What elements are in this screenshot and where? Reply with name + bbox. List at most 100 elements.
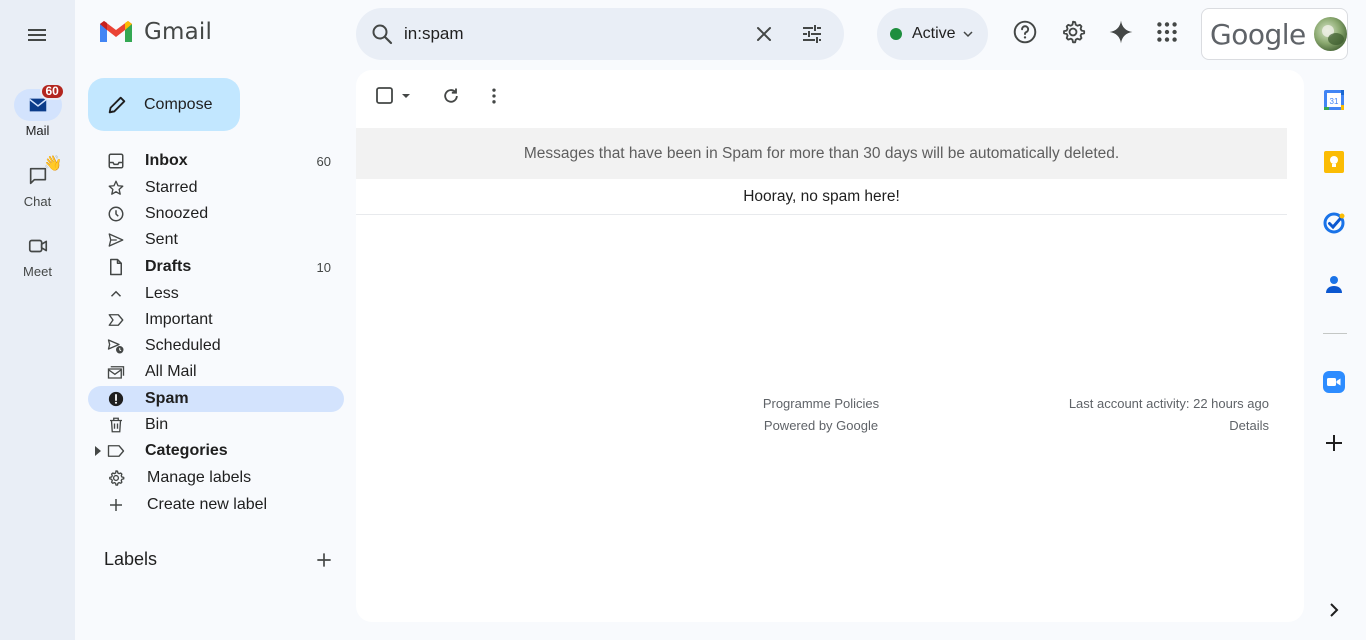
main-menu-button[interactable]: [17, 15, 57, 55]
nav-label: Less: [145, 285, 179, 302]
google-wordmark: Google: [1210, 17, 1306, 51]
help-icon: [1013, 20, 1037, 44]
google-apps-button[interactable]: [1154, 19, 1180, 45]
details-link[interactable]: Details: [1069, 415, 1269, 437]
zoom-app-button[interactable]: [1322, 370, 1348, 396]
tune-icon: [803, 25, 821, 43]
calendar-app-button[interactable]: 31: [1322, 88, 1348, 114]
rail-mail-label: Mail: [25, 123, 50, 138]
nav-item-snoozed[interactable]: Snoozed: [88, 201, 344, 227]
calendar-icon: 31: [1324, 90, 1344, 110]
nav-count: 10: [316, 259, 331, 275]
rail-chat[interactable]: 👋 Chat: [0, 155, 75, 209]
nav-label: Snoozed: [145, 205, 209, 222]
clock-icon: [108, 206, 124, 222]
select-all-checkbox[interactable]: [374, 86, 414, 106]
nav-item-create-label[interactable]: Create new label: [88, 492, 344, 518]
keep-app-button[interactable]: [1322, 150, 1348, 176]
apps-grid-icon: [1157, 22, 1177, 42]
important-icon: [108, 314, 124, 326]
tasks-icon: [1323, 212, 1345, 234]
close-icon: [757, 27, 771, 41]
add-label-button[interactable]: [314, 550, 334, 570]
refresh-button[interactable]: [441, 86, 461, 106]
label-icon: [107, 445, 125, 457]
support-button[interactable]: [1012, 19, 1038, 45]
nav-item-scheduled[interactable]: Scheduled: [88, 333, 344, 359]
settings-button[interactable]: [1060, 19, 1086, 45]
keep-icon: [1324, 151, 1344, 173]
nav-item-important[interactable]: Important: [88, 307, 344, 333]
chevron-up-icon: [110, 290, 122, 297]
nav-label: All Mail: [145, 363, 197, 380]
gmail-logo[interactable]: Gmail: [98, 18, 212, 46]
nav-label: Categories: [145, 442, 228, 459]
rail-meet[interactable]: Meet: [0, 230, 75, 279]
nav-item-spam[interactable]: Spam: [88, 386, 344, 412]
side-panel-divider: [1323, 333, 1347, 334]
search-options-button[interactable]: [800, 22, 824, 46]
nav-item-bin[interactable]: Bin: [88, 412, 344, 438]
rail-mail[interactable]: 60 Mail: [0, 83, 75, 138]
calendar-day: 31: [1330, 97, 1339, 106]
labels-heading: Labels: [104, 549, 158, 569]
nav-item-categories[interactable]: Categories: [88, 438, 344, 464]
nav-label: Create new label: [147, 496, 268, 513]
nav-item-inbox[interactable]: Inbox 60: [88, 148, 344, 174]
gmail-m-icon: [100, 21, 132, 42]
google-account-button[interactable]: Google: [1201, 8, 1348, 60]
status-label: Active: [912, 25, 956, 42]
nav-item-all-mail[interactable]: All Mail: [88, 359, 344, 385]
footer-links: Programme Policies Powered by Google: [746, 393, 896, 437]
video-icon: [28, 239, 47, 253]
compose-button[interactable]: Compose: [88, 78, 240, 131]
gmail-wordmark: Gmail: [144, 19, 213, 45]
contacts-app-button[interactable]: [1322, 272, 1348, 298]
account-activity: Last account activity: 22 hours ago Deta…: [1069, 393, 1269, 437]
nav-item-sent[interactable]: Sent: [88, 227, 344, 253]
tasks-app-button[interactable]: [1322, 211, 1348, 237]
nav-label: Spam: [145, 390, 189, 407]
caret-right-icon[interactable]: [95, 446, 101, 456]
status-selector[interactable]: Active: [877, 8, 988, 60]
inbox-icon: [108, 153, 124, 169]
powered-by-text: Powered by Google: [763, 418, 879, 433]
search-bar[interactable]: [356, 8, 844, 60]
nav-item-manage-labels[interactable]: Manage labels: [88, 465, 344, 491]
more-options-button[interactable]: [484, 86, 504, 106]
draft-icon: [110, 258, 122, 276]
nav-label: Bin: [145, 416, 169, 433]
search-button[interactable]: [370, 22, 394, 46]
refresh-icon: [444, 88, 458, 103]
contacts-icon: [1326, 276, 1342, 293]
gear-icon: [1063, 20, 1086, 44]
hamburger-icon: [28, 29, 46, 41]
chevron-right-icon: [1330, 603, 1339, 617]
nav-label: Scheduled: [145, 337, 221, 354]
nav-label: Manage labels: [147, 469, 252, 486]
trash-icon: [110, 417, 122, 433]
app-rail: 60 Mail 👋 Chat Meet: [0, 0, 75, 640]
gear-icon: [109, 470, 125, 486]
get-addons-button[interactable]: [1322, 431, 1348, 457]
spam-icon: [108, 391, 124, 407]
side-panel-expand-button[interactable]: [1322, 598, 1348, 624]
plus-icon: [110, 499, 122, 511]
zoom-icon: [1323, 371, 1345, 393]
empty-spam-message: Hooray, no spam here!: [356, 179, 1287, 215]
nav-label: Drafts: [145, 258, 192, 275]
search-input[interactable]: [404, 20, 744, 48]
pencil-icon: [108, 96, 126, 113]
spam-notice: Messages that have been in Spam for more…: [356, 128, 1287, 179]
nav-item-drafts[interactable]: Drafts 10: [88, 254, 344, 280]
mail-unread-badge: 60: [39, 83, 65, 100]
nav-item-starred[interactable]: Starred: [88, 175, 344, 201]
clear-search-button[interactable]: [752, 22, 776, 46]
nav-item-less[interactable]: Less: [88, 281, 344, 307]
gemini-button[interactable]: [1108, 19, 1134, 45]
message-list-panel: Messages that have been in Spam for more…: [356, 70, 1304, 622]
send-icon: [108, 233, 124, 247]
checkbox-icon: [376, 87, 410, 104]
nav-count: 60: [316, 153, 331, 169]
programme-policies-link[interactable]: Programme Policies: [746, 393, 896, 415]
